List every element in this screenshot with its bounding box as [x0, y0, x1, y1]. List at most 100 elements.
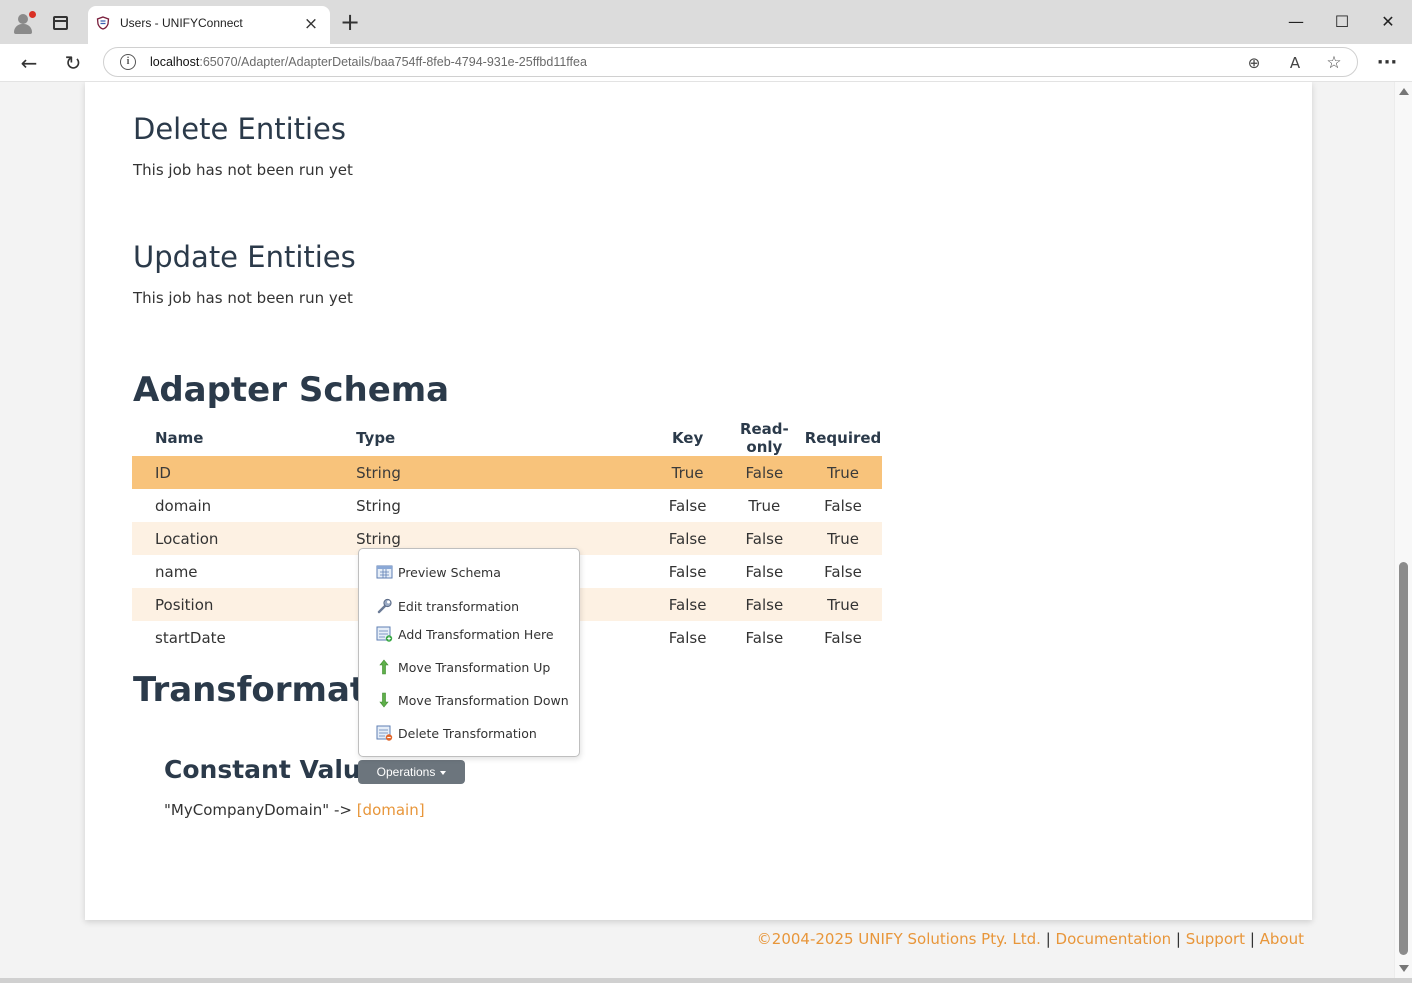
column-header-required: Required	[804, 429, 882, 447]
cell-name: domain	[155, 496, 212, 515]
address-bar[interactable]: i localhost:65070/Adapter/AdapterDetails…	[103, 47, 1358, 77]
mapping-source: "MyCompanyDomain" ->	[164, 801, 357, 819]
delete-entities-status: This job has not been run yet	[133, 161, 353, 179]
menu-item-edit-transformation[interactable]: Edit transformation	[375, 594, 575, 618]
menu-item-label: Edit transformation	[398, 599, 520, 614]
column-header-type: Type	[356, 429, 396, 447]
scroll-up-arrow-icon[interactable]	[1399, 88, 1409, 95]
browser-menu-icon[interactable]: ···	[1374, 49, 1400, 77]
browser-tab[interactable]: Users - UNIFYConnect ×	[88, 6, 330, 44]
cell-key: False	[650, 522, 725, 555]
support-link[interactable]: Support	[1186, 930, 1245, 948]
cell-read-only: False	[745, 562, 784, 581]
close-window-button[interactable]: ✕	[1365, 8, 1411, 36]
cell-name: ID	[132, 456, 357, 489]
url-path: :65070/Adapter/AdapterDetails/baa754ff-8…	[199, 55, 587, 69]
menu-item-move-down[interactable]: Move Transformation Down	[375, 688, 575, 712]
cell-name: Position	[132, 588, 357, 621]
menu-item-label: Preview Schema	[398, 565, 501, 580]
cell-key: True	[650, 456, 725, 489]
minimize-button[interactable]: —	[1273, 8, 1319, 36]
column-header-key: Key	[671, 429, 704, 447]
adapter-schema-title: Adapter Schema	[133, 370, 450, 410]
delete-entities-title: Delete Entities	[133, 112, 347, 146]
favorite-star-icon[interactable]: ☆	[1323, 52, 1345, 74]
scroll-down-arrow-icon[interactable]	[1399, 965, 1409, 972]
page-scrollbar[interactable]	[1394, 82, 1412, 978]
read-aloud-icon[interactable]: A	[1284, 52, 1306, 74]
cell-key: False	[668, 496, 707, 515]
cell-read-only: False	[724, 456, 804, 489]
cell-required: True	[804, 588, 882, 621]
operations-dropdown-button[interactable]: Operations	[358, 760, 465, 784]
reload-icon[interactable]: ↻	[59, 49, 87, 77]
cell-required: False	[824, 562, 862, 581]
cell-required: False	[824, 496, 862, 515]
cell-required: True	[804, 522, 882, 555]
table-row[interactable]: domain String False True False	[132, 489, 882, 522]
footer-separator: |	[1040, 930, 1056, 948]
page-viewport: Delete Entities This job has not been ru…	[0, 82, 1394, 978]
cell-read-only: False	[745, 628, 784, 647]
cell-read-only: False	[724, 522, 804, 555]
tab-actions-icon[interactable]	[53, 16, 68, 30]
wrench-icon	[377, 598, 392, 614]
cell-required: True	[804, 456, 882, 489]
transformation-mapping: "MyCompanyDomain" -> [domain]	[164, 801, 425, 819]
scrollbar-thumb[interactable]	[1399, 562, 1408, 955]
maximize-button[interactable]: ☐	[1319, 8, 1365, 36]
menu-item-delete-transformation[interactable]: Delete Transformation	[375, 721, 575, 745]
unify-favicon-icon	[96, 16, 110, 30]
cell-name: name	[155, 562, 198, 581]
update-entities-title: Update Entities	[133, 240, 356, 274]
menu-item-preview-schema[interactable]: Preview Schema	[375, 560, 575, 584]
delete-transformation-icon	[376, 725, 393, 741]
menu-item-label: Move Transformation Down	[398, 693, 569, 708]
menu-item-label: Add Transformation Here	[398, 627, 554, 642]
url-host: localhost	[150, 55, 200, 69]
operations-label: Operations	[376, 765, 436, 779]
browser-titlebar: Users - UNIFYConnect × + — ☐ ✕	[0, 0, 1412, 44]
site-info-icon[interactable]: i	[120, 54, 136, 70]
tab-title: Users - UNIFYConnect	[120, 16, 243, 30]
browser-toolbar: ← ↻ i localhost:65070/Adapter/AdapterDet…	[0, 44, 1412, 82]
cell-name: Location	[132, 522, 357, 555]
zoom-icon[interactable]: ⊕	[1243, 52, 1265, 74]
menu-item-add-transformation[interactable]: Add Transformation Here	[375, 622, 575, 646]
arrow-down-icon	[379, 692, 389, 708]
cell-required: False	[824, 628, 862, 647]
arrow-up-icon	[379, 659, 389, 675]
footer-separator: |	[1171, 930, 1186, 948]
cell-type: String	[356, 496, 401, 515]
url-text[interactable]: localhost:65070/Adapter/AdapterDetails/b…	[150, 55, 587, 69]
column-header-name: Name	[155, 429, 204, 447]
transformation-item-title: Constant Value	[164, 755, 378, 784]
menu-item-label: Move Transformation Up	[398, 660, 551, 675]
new-tab-button[interactable]: +	[338, 10, 362, 35]
copyright-link[interactable]: ©2004-2025 UNIFY Solutions Pty. Ltd.	[757, 930, 1041, 948]
back-icon[interactable]: ←	[15, 49, 43, 77]
schema-header-row: Name Type Key Read-only Required	[132, 420, 882, 456]
caret-down-icon	[440, 770, 447, 775]
update-entities-status: This job has not been run yet	[133, 289, 353, 307]
footer-separator: |	[1245, 930, 1260, 948]
page-footer: ©2004-2025 UNIFY Solutions Pty. Ltd. | D…	[0, 930, 1304, 948]
mapping-target-link[interactable]: [domain]	[357, 801, 425, 819]
cell-key: False	[668, 562, 707, 581]
menu-item-label: Delete Transformation	[398, 726, 537, 741]
cell-read-only: True	[748, 496, 781, 515]
table-row[interactable]: ID String True False True	[132, 456, 882, 489]
cell-key: False	[668, 628, 707, 647]
about-link[interactable]: About	[1260, 930, 1304, 948]
cell-type: String	[356, 456, 651, 489]
transformation-context-menu: Preview Schema Edit transformation Add T…	[358, 548, 580, 757]
cell-key: False	[650, 588, 725, 621]
preview-schema-icon	[376, 565, 393, 579]
cell-name: startDate	[155, 628, 226, 647]
menu-item-move-up[interactable]: Move Transformation Up	[375, 655, 575, 679]
cell-read-only: False	[724, 588, 804, 621]
documentation-link[interactable]: Documentation	[1056, 930, 1172, 948]
tab-close-icon[interactable]: ×	[300, 13, 322, 35]
column-header-read-only: Read-only	[739, 420, 789, 456]
profile-avatar-icon[interactable]	[12, 11, 36, 34]
